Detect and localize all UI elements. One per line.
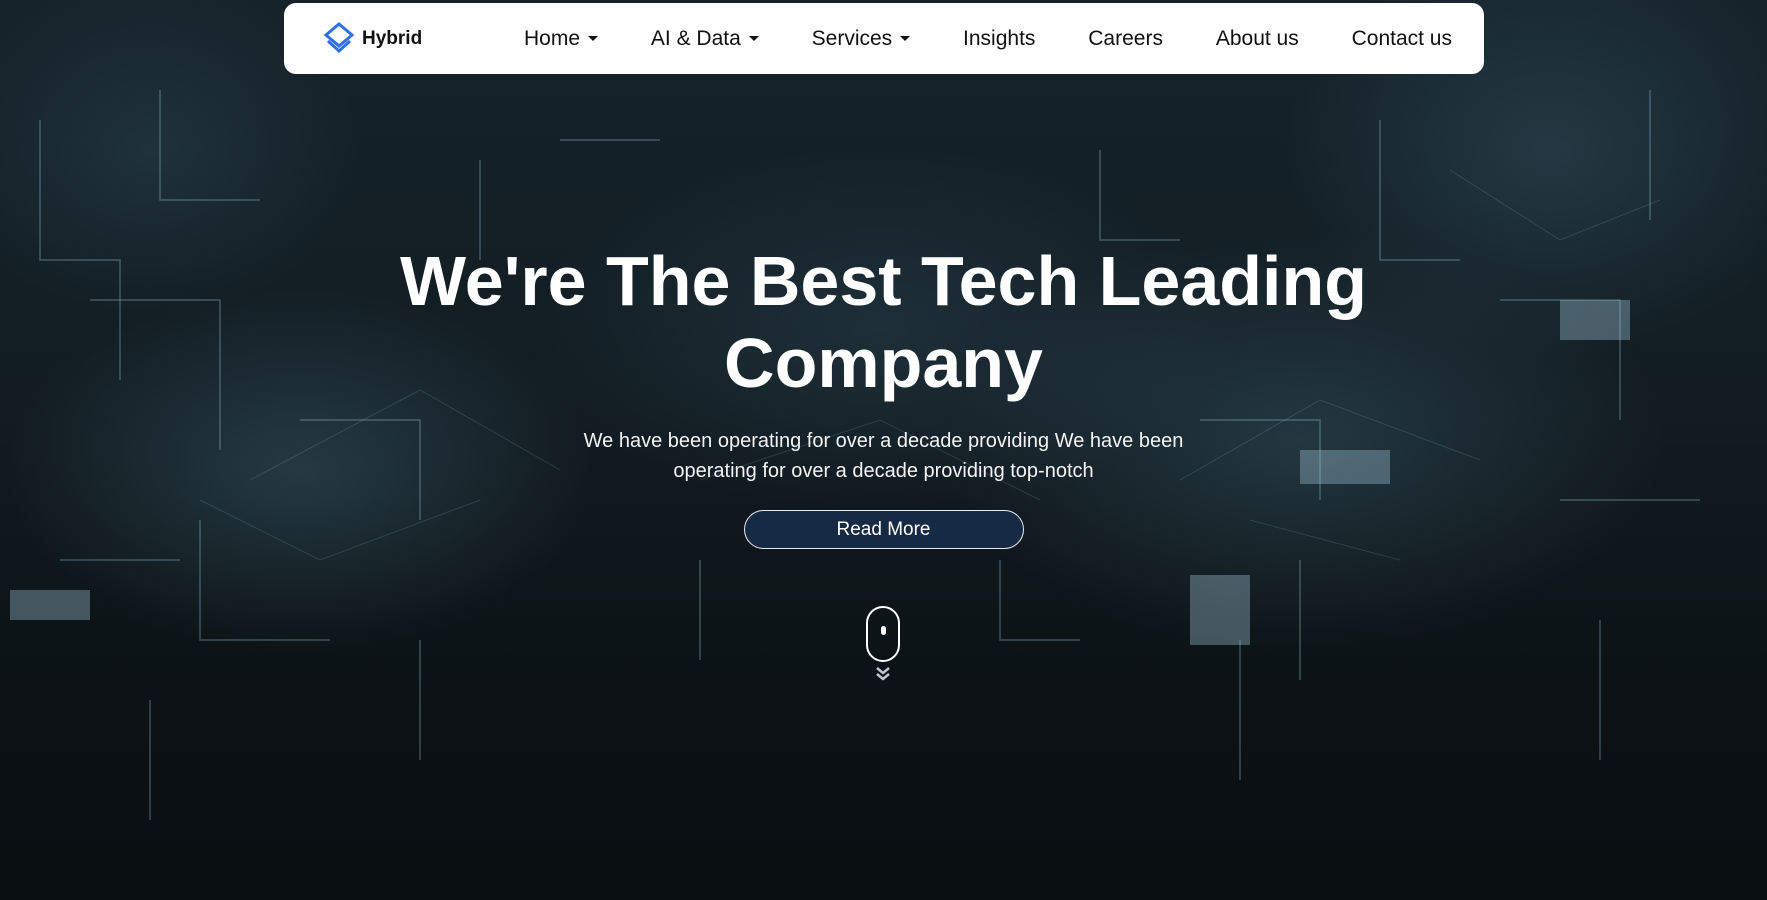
- nav-item-home[interactable]: Home: [524, 26, 599, 51]
- caret-down-icon: [748, 36, 759, 41]
- nav-item-services[interactable]: Services: [812, 27, 911, 51]
- nav-item-about-us[interactable]: About us: [1216, 27, 1299, 51]
- brand-name: Hybrid: [362, 28, 423, 49]
- nav-item-label: About us: [1215, 26, 1299, 50]
- nav-item-careers[interactable]: Careers: [1088, 27, 1163, 51]
- nav-item-label: Services: [811, 26, 893, 50]
- top-navbar: Hybrid Home AI & Data Services Insights …: [284, 3, 1484, 74]
- mouse-scroll-icon: [866, 606, 900, 662]
- hero-title: We're The Best Tech Leading Company: [399, 242, 1368, 402]
- nav-item-contact-us[interactable]: Contact us: [1352, 27, 1452, 51]
- nav-item-insights[interactable]: Insights: [963, 27, 1035, 51]
- hero-subtitle: We have been operating for over a decade…: [583, 430, 1184, 482]
- nav-menu: Home AI & Data Services Insights Careers…: [524, 3, 1452, 74]
- double-chevron-down-icon: [876, 667, 890, 681]
- diamond-stack-icon: [323, 22, 355, 54]
- read-more-button[interactable]: Read More: [743, 510, 1024, 549]
- nav-item-label: Contact us: [1351, 26, 1452, 50]
- scroll-down-indicator[interactable]: [866, 606, 900, 686]
- caret-down-icon: [900, 36, 911, 41]
- nav-item-label: Insights: [963, 26, 1036, 50]
- nav-item-label: AI & Data: [650, 26, 741, 50]
- hero-section: We're The Best Tech Leading Company We h…: [0, 240, 1767, 549]
- mouse-wheel: [880, 626, 886, 635]
- nav-item-ai-data[interactable]: AI & Data: [651, 27, 759, 51]
- nav-item-label: Home: [524, 26, 581, 50]
- nav-item-label: Careers: [1088, 26, 1163, 50]
- caret-down-icon: [588, 36, 599, 41]
- brand-logo[interactable]: Hybrid: [322, 21, 422, 57]
